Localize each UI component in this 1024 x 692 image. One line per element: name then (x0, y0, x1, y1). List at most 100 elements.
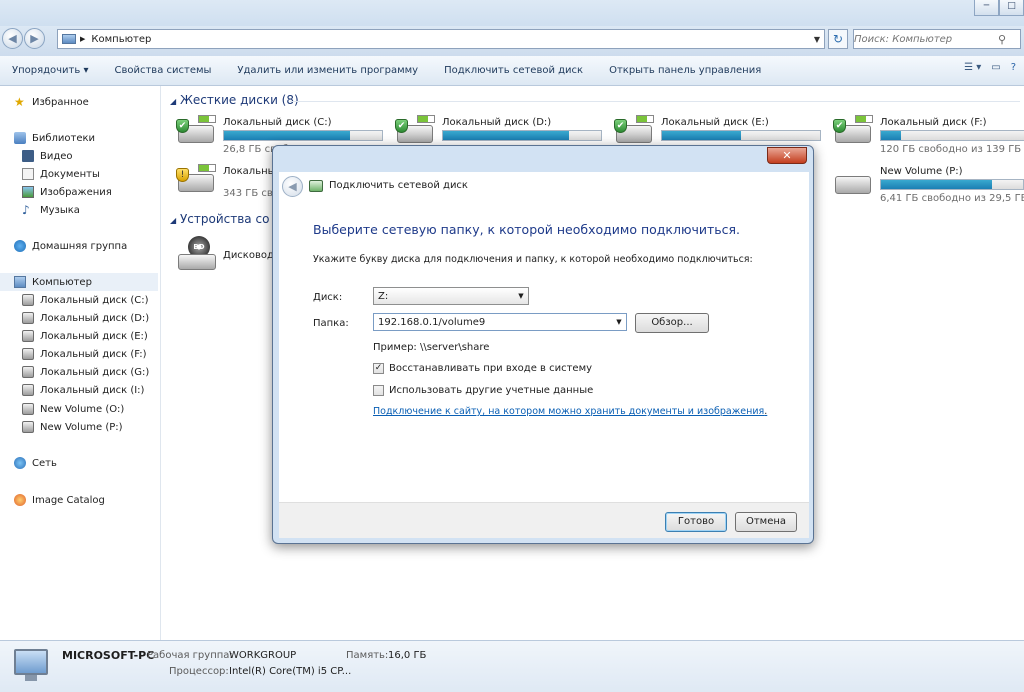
reconnect-label[interactable]: Восстанавливать при входе в систему (389, 363, 592, 374)
hard-drive-icon (22, 403, 34, 415)
other-credentials-label[interactable]: Использовать другие учетные данные (389, 385, 593, 396)
window-titlebar (0, 0, 1024, 26)
chevron-down-icon[interactable]: ▼ (612, 318, 626, 326)
command-bar: Упорядочить ▾ Свойства системы Удалить и… (0, 56, 1024, 86)
cancel-button[interactable]: Отмена (735, 512, 797, 532)
browse-button[interactable]: Обзор... (635, 313, 709, 333)
disk-tile-p[interactable]: New Volume (P:) 6,41 ГБ свободно из 29,5… (833, 162, 1024, 208)
star-icon: ★ (14, 95, 25, 109)
preview-pane-icon[interactable]: ▭ (991, 62, 1000, 73)
collapse-arrow-icon[interactable]: ◢ (170, 97, 176, 106)
view-options-icon[interactable]: ☰ ▾ (964, 62, 981, 73)
hard-drive-icon: ✔ (614, 115, 654, 145)
search-input[interactable] (854, 33, 994, 45)
disk-usage-bar (661, 130, 821, 141)
sidebar-item-libraries[interactable]: Библиотеки (0, 129, 158, 147)
search-box[interactable]: ⚲ (853, 29, 1021, 49)
sidebar-item-drive-c[interactable]: Локальный диск (C:) (0, 291, 158, 309)
computer-icon (14, 276, 26, 288)
section-divider (290, 101, 1020, 102)
sidebar-item-favorites[interactable]: ★ Избранное (0, 93, 158, 111)
chevron-down-icon[interactable]: ▼ (810, 35, 824, 44)
document-icon (22, 168, 34, 180)
shield-icon: ✔ (395, 119, 408, 133)
search-icon[interactable]: ⚲ (994, 33, 1010, 46)
example-text: Пример: \\server\share (373, 342, 490, 353)
back-button[interactable]: ◀ (2, 28, 23, 49)
pc-name: MICROSOFT-PC (62, 649, 155, 662)
sidebar-item-drive-i[interactable]: Локальный диск (I:) (0, 381, 158, 399)
sidebar-item-homegroup[interactable]: Домашняя группа (0, 237, 158, 255)
sidebar-item-documents[interactable]: Документы (0, 165, 158, 183)
hard-drive-icon: ! (176, 164, 216, 194)
dialog-footer: Готово Отмена (279, 502, 809, 538)
collapse-arrow-icon[interactable]: ◢ (170, 216, 176, 225)
dialog-close-button[interactable]: ✕ (767, 147, 807, 164)
address-path: Компьютер (91, 33, 152, 45)
shield-icon: ✔ (614, 119, 627, 133)
finish-button[interactable]: Готово (665, 512, 727, 532)
memory-value: 16,0 ГБ (388, 650, 427, 661)
map-network-drive-dialog: ✕ ◀ Подключить сетевой диск Выберите сет… (272, 145, 814, 544)
other-credentials-checkbox[interactable] (373, 385, 384, 396)
storage-site-link[interactable]: Подключение к сайту, на котором можно хр… (373, 406, 767, 417)
dialog-body: Выберите сетевую папку, к которой необхо… (279, 202, 809, 502)
sidebar-item-image-catalog[interactable]: Image Catalog (0, 491, 158, 509)
forward-button[interactable]: ▶ (24, 28, 45, 49)
computer-icon (14, 649, 48, 675)
view-controls: ☰ ▾ ▭ ? (964, 62, 1016, 73)
navigation-pane: ★ Избранное Библиотеки Видео Документы И… (0, 86, 161, 640)
sidebar-item-computer[interactable]: Компьютер (0, 273, 158, 291)
disk-tile-f[interactable]: ✔ Локальный диск (F:) 120 ГБ свободно из… (833, 113, 1024, 159)
system-properties-button[interactable]: Свойства системы (114, 65, 211, 76)
video-icon (22, 150, 34, 162)
memory-label: Память: (346, 650, 389, 661)
cpu-value: Intel(R) Core(TM) i5 CP... (229, 666, 352, 677)
disk-usage-bar (223, 130, 383, 141)
maximize-button[interactable]: □ (999, 0, 1024, 16)
shield-icon: ✔ (833, 119, 846, 133)
help-icon[interactable]: ? (1011, 62, 1016, 73)
chevron-right-icon: ▶ (80, 35, 86, 43)
hard-drive-icon (22, 384, 34, 396)
sidebar-item-drive-f[interactable]: Локальный диск (F:) (0, 345, 158, 363)
sidebar-item-drive-p[interactable]: New Volume (P:) (0, 418, 158, 436)
checkmark-icon: ✓ (374, 363, 383, 373)
dialog-title: Подключить сетевой диск (329, 180, 468, 191)
hard-drive-icon (22, 366, 34, 378)
chevron-down-icon[interactable]: ▼ (514, 292, 528, 300)
uninstall-program-button[interactable]: Удалить или изменить программу (237, 65, 418, 76)
sidebar-item-drive-d[interactable]: Локальный диск (D:) (0, 309, 158, 327)
sidebar-item-drive-o[interactable]: New Volume (O:) (0, 400, 158, 418)
hdd-section-header[interactable]: ◢ Жесткие диски (8) (170, 93, 299, 107)
map-network-drive-button[interactable]: Подключить сетевой диск (444, 65, 583, 76)
dialog-instruction: Укажите букву диска для подключения и па… (313, 254, 753, 265)
computer-stand (25, 675, 37, 681)
organize-button[interactable]: Упорядочить ▾ (12, 65, 88, 76)
details-pane: MICROSOFT-PC Рабочая группа: WORKGROUP П… (0, 640, 1024, 692)
sidebar-item-network[interactable]: Сеть (0, 454, 158, 472)
folder-input[interactable]: 192.168.0.1/volume9 ▼ (373, 313, 627, 331)
dialog-back-button[interactable]: ◀ (282, 176, 303, 197)
devices-section-header[interactable]: ◢ Устройства со с (170, 212, 280, 226)
bd-drive-icon[interactable]: BD (178, 236, 216, 272)
minimize-button[interactable]: ─ (974, 0, 999, 16)
reconnect-checkbox[interactable]: ✓ (373, 363, 384, 374)
sidebar-item-drive-g[interactable]: Локальный диск (G:) (0, 363, 158, 381)
sidebar-item-video[interactable]: Видео (0, 147, 158, 165)
disk-usage-bar (442, 130, 602, 141)
hard-drive-icon: ✔ (176, 115, 216, 145)
sidebar-item-drive-e[interactable]: Локальный диск (E:) (0, 327, 158, 345)
hard-drive-icon: ✔ (395, 115, 435, 145)
workgroup-label: Рабочая группа: (147, 650, 233, 661)
address-bar[interactable]: ▶ Компьютер ▼ (57, 29, 825, 49)
window-controls: ─ □ (974, 0, 1024, 16)
refresh-button[interactable]: ↻ (828, 29, 848, 49)
bd-drive-label: Дисковод (223, 250, 274, 261)
open-control-panel-button[interactable]: Открыть панель управления (609, 65, 761, 76)
disk-usage-bar (880, 179, 1024, 190)
drive-select[interactable]: Z: ▼ (373, 287, 529, 305)
hard-drive-icon (22, 330, 34, 342)
sidebar-item-pictures[interactable]: Изображения (0, 183, 158, 201)
sidebar-item-music[interactable]: ♪ Музыка (0, 201, 158, 219)
